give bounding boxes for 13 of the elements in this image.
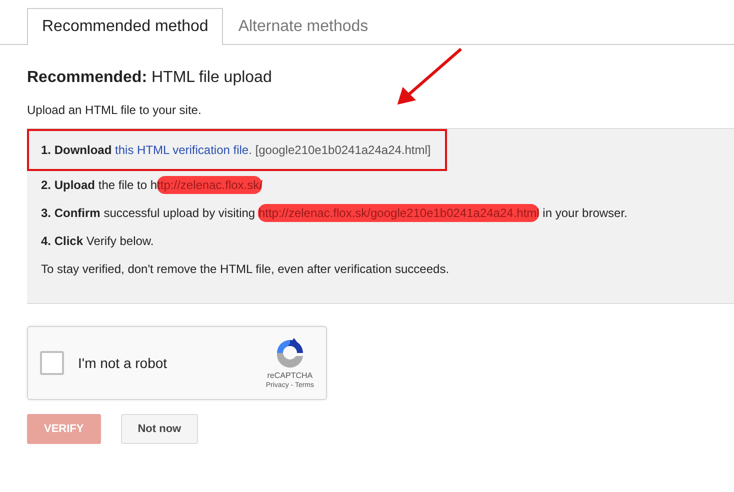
intro-text: Upload an HTML file to your site.: [27, 103, 202, 117]
captcha-label: I'm not a robot: [78, 355, 168, 371]
not-now-button[interactable]: Not now: [120, 414, 198, 444]
verification-file-link[interactable]: this HTML verification file: [115, 143, 249, 157]
highlighted-step-text: 1. Download this HTML verification file. [google210e1b0241a24a24.html]: [27, 129, 447, 171]
tab[interactable]: Recommended method: [27, 8, 224, 45]
tab[interactable]: Alternate methods: [223, 8, 384, 45]
captcha-checkbox[interactable]: [40, 351, 64, 375]
step-text: 3. Confirm successful upload by visiting http://zelenac.flox.sk/google210e1b0241a24a24.html in your browser.: [40, 203, 628, 224]
recaptcha-brand: reCAPTCHA: [267, 371, 313, 380]
section-heading: Recommended: HTML file upload: [27, 69, 273, 87]
step-text: To stay verified, don't remove the HTML file, even after verification succeeds.: [40, 261, 450, 278]
step-text: 4. Click Verify below.: [40, 233, 155, 250]
